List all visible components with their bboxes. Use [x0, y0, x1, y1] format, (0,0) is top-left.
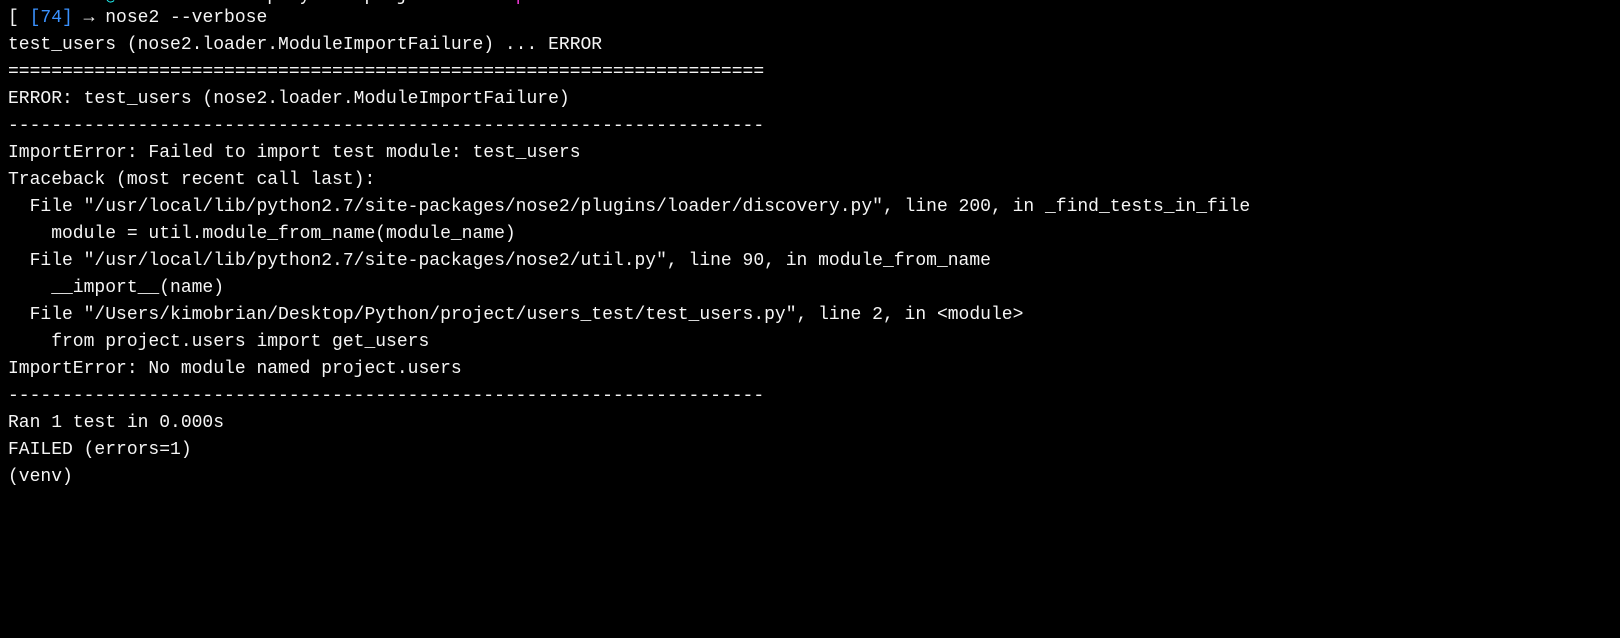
output-line: File "/Users/kimobrian/Desktop/Python/pr…	[8, 302, 1612, 329]
output-line: ImportError: Failed to import test modul…	[8, 140, 1612, 167]
prompt-branch: develop	[451, 0, 527, 6]
output-line: ========================================…	[8, 59, 1612, 86]
output-line: Traceback (most recent call last):	[8, 167, 1612, 194]
output-line: File "/usr/local/lib/python2.7/site-pack…	[8, 248, 1612, 275]
prompt-line-2[interactable]: [ [74] → nose2 --verbose	[8, 5, 1612, 32]
command-input[interactable]: nose2 --verbose	[105, 8, 267, 28]
output-line: from project.users import get_users	[8, 329, 1612, 356]
output-line: module = util.module_from_name(module_na…	[8, 221, 1612, 248]
output-line: (venv)	[8, 464, 1612, 491]
output-line: FAILED (errors=1)	[8, 437, 1612, 464]
output-line: __import__(name)	[8, 275, 1612, 302]
output-line: Ran 1 test in 0.000s	[8, 410, 1612, 437]
output-line: File "/usr/local/lib/python2.7/site-pack…	[8, 194, 1612, 221]
prompt-bracket: [	[8, 8, 30, 28]
output-line: ----------------------------------------…	[8, 113, 1612, 140]
output-line: test_users (nose2.loader.ModuleImportFai…	[8, 32, 1612, 59]
prompt-arrow: →	[73, 8, 105, 28]
prompt-history-number: [74]	[30, 8, 73, 28]
output-line: ImportError: No module named project.use…	[8, 356, 1612, 383]
output-line: ----------------------------------------…	[8, 383, 1612, 410]
output-line: ERROR: test_users (nose2.loader.ModuleIm…	[8, 86, 1612, 113]
